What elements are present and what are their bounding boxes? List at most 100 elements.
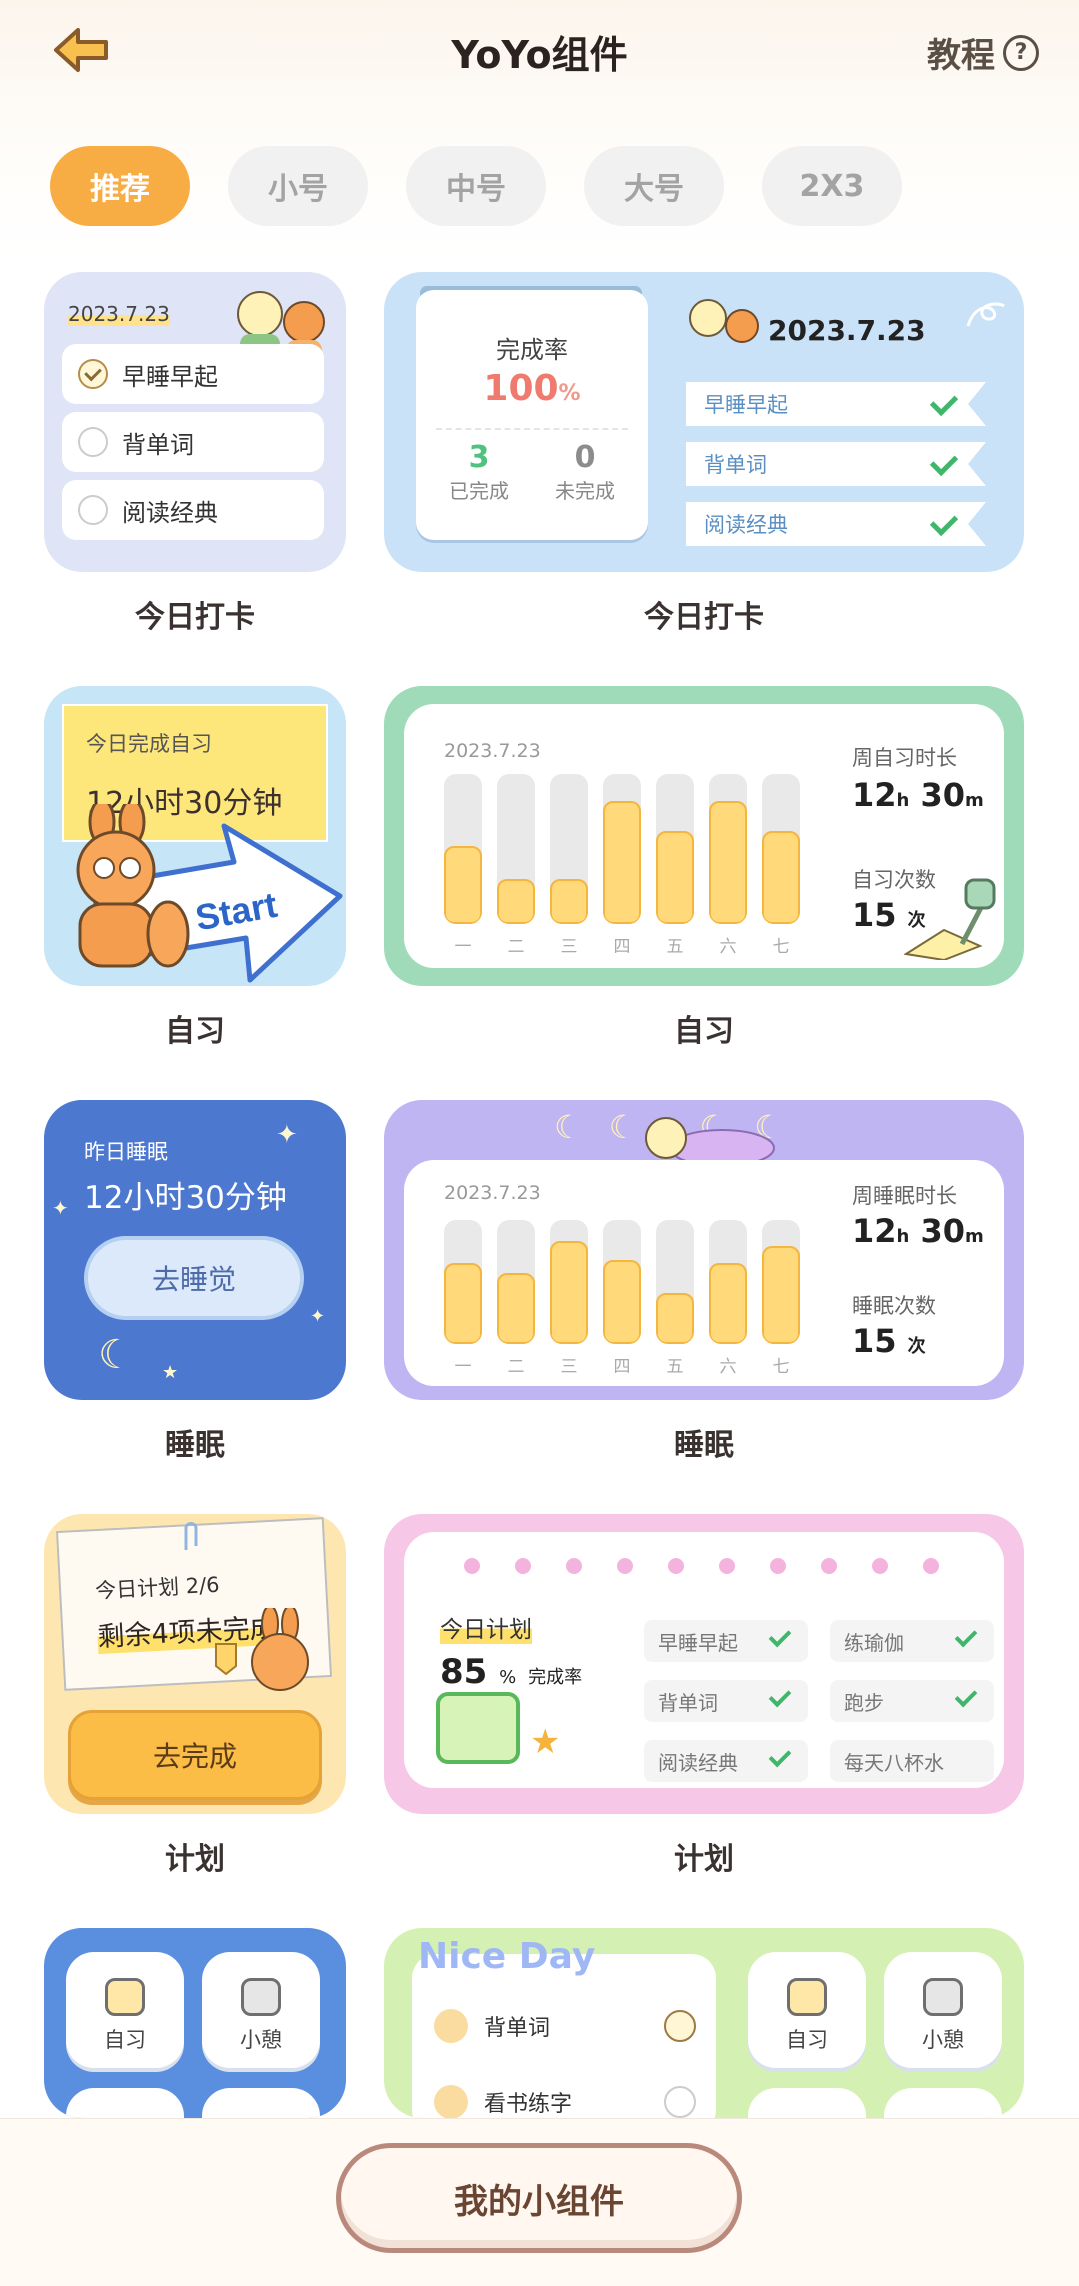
widget-caption: 今日打卡 [135, 600, 255, 635]
tile[interactable] [884, 2088, 1002, 2118]
page-title: YoYo组件 [451, 33, 628, 77]
bar [497, 774, 535, 924]
dot [719, 1558, 735, 1574]
sofa-icon [241, 1978, 281, 2016]
lamp-icon [787, 1978, 827, 2016]
checkin-widget-medium[interactable]: 完成率 100% 3 已完成 0 未完成 2023.7.23 早睡早起 背单词 阅读… [384, 272, 1024, 572]
undone-stat: 0 未完成 [555, 440, 615, 503]
widget-caption: 自习 [165, 1014, 225, 1049]
unchecked-icon [78, 427, 108, 457]
tab-2x3[interactable]: 2X3 [762, 146, 902, 226]
tab-medium[interactable]: 中号 [406, 146, 546, 226]
checkin-item[interactable]: 早睡早起 [62, 344, 324, 404]
go-sleep-button[interactable]: 去睡觉 [84, 1236, 304, 1320]
study-widget-medium[interactable]: 2023.7.23 一二三四五六七 周自习时长 12h 30m 自习次数 15 … [384, 686, 1024, 986]
dot [872, 1558, 888, 1574]
divider [436, 428, 628, 430]
check-icon [929, 447, 959, 477]
study-chart-panel: 2023.7.23 一二三四五六七 周自习时长 12h 30m 自习次数 15 … [404, 704, 1004, 968]
checkin-item: 背单词 [686, 442, 986, 486]
bar [603, 1220, 641, 1344]
checkin-widget-small[interactable]: 2023.7.23 早睡早起 背单词 阅读经典 [44, 272, 346, 572]
niceday-item[interactable]: 看书练字 [434, 2082, 704, 2118]
study-widget-small[interactable]: 今日完成自习 12小时30分钟 Start [44, 686, 346, 986]
day-label: 四 [613, 937, 631, 957]
study-tile[interactable]: 自习 [66, 1952, 184, 2068]
week-value: 12h 30m [852, 776, 984, 814]
bar [550, 774, 588, 924]
day-label: 一 [454, 937, 472, 957]
chart-date: 2023.7.23 [444, 740, 541, 762]
sleep-widget-small[interactable]: 昨日睡眠 12小时30分钟 去睡觉 ✦ ✦ ✦ ☾ ★ [44, 1100, 346, 1400]
check-icon [954, 1684, 978, 1708]
day-label: 六 [719, 937, 737, 957]
checkin-item: 早睡早起 [686, 382, 986, 426]
sleep-label: 昨日睡眠 [84, 1140, 168, 1164]
plan-item: 背单词 [644, 1680, 808, 1722]
tutorial-link[interactable]: 教程 ? [927, 28, 1039, 77]
rest-tile[interactable]: 小憩 [884, 1952, 1002, 2068]
week-label: 周自习时长 [852, 746, 957, 770]
avatar [434, 2009, 468, 2043]
bar-fill [444, 1263, 482, 1344]
sleep-bar-chart: 一二三四五六七 [444, 1220, 828, 1377]
tutorial-label: 教程 [927, 36, 995, 76]
size-tabs: 推荐 小号 中号 大号 2X3 [50, 146, 902, 226]
checkin-item[interactable]: 背单词 [62, 412, 324, 472]
niceday-item[interactable]: 背单词 [434, 2006, 704, 2046]
bar [656, 1220, 694, 1344]
tab-small[interactable]: 小号 [228, 146, 368, 226]
tile[interactable] [202, 2088, 320, 2118]
day-label: 二 [507, 1357, 525, 1377]
shortcut-widget-small[interactable]: 自习 小憩 [44, 1928, 346, 2118]
item-label: 早睡早起 [122, 362, 218, 391]
plan-widget-small[interactable]: 今日计划 2/6 剩余4项未完成 去完成 [44, 1514, 346, 1814]
star-icon: ✦ [52, 1196, 69, 1220]
go-complete-button[interactable]: 去完成 [68, 1710, 322, 1800]
checkin-item[interactable]: 阅读经典 [62, 480, 324, 540]
widget-date: 2023.7.23 [768, 314, 926, 347]
rate-value: 100% [483, 368, 581, 409]
widget-caption: 睡眠 [165, 1428, 225, 1463]
widget-caption: 今日打卡 [644, 600, 764, 635]
dot [770, 1558, 786, 1574]
plan-item: 早睡早起 [644, 1620, 808, 1662]
star-icon: ★ [530, 1722, 561, 1762]
checked-icon [78, 359, 108, 389]
bar-fill [444, 846, 482, 924]
star-icon: ★ [162, 1362, 179, 1383]
sleep-widget-medium[interactable]: ☾☾ ☾☾ 2023.7.23 一二三四五六七 周睡眠时长 12h 30m 睡眠… [384, 1100, 1024, 1400]
dot [566, 1558, 582, 1574]
bar-fill [762, 831, 800, 924]
week-label: 周睡眠时长 [852, 1184, 957, 1208]
tab-recommend[interactable]: 推荐 [50, 146, 190, 226]
rest-tile[interactable]: 小憩 [202, 1952, 320, 2068]
tile[interactable] [66, 2088, 184, 2118]
plan-item: 跑步 [830, 1680, 994, 1722]
star-icon: ✦ [276, 1120, 298, 1150]
bar-fill [762, 1246, 800, 1344]
study-tile[interactable]: 自习 [748, 1952, 866, 2068]
app: YoYo组件 教程 ? 推荐 小号 中号 大号 2X3 2023.7.23 早睡… [0, 0, 1079, 2286]
day-label: 四 [613, 1357, 631, 1377]
plan-item: 阅读经典 [644, 1740, 808, 1782]
chart-date: 2023.7.23 [444, 1182, 541, 1204]
plan-item: 每天八杯水 [830, 1740, 994, 1782]
widget-caption: 计划 [674, 1842, 734, 1877]
bar [709, 1220, 747, 1344]
avatar [434, 2085, 468, 2118]
bar [603, 774, 641, 924]
plan-widget-medium[interactable]: 今日计划 85 % 完成率 ★ 早睡早起 练瑜伽 背单词 跑步 阅读经典 每天八… [384, 1514, 1024, 1814]
study-label: 今日完成自习 [86, 732, 212, 756]
dot [923, 1558, 939, 1574]
tab-large[interactable]: 大号 [584, 146, 724, 226]
week-value: 12h 30m [852, 1212, 984, 1250]
header: YoYo组件 教程 ? [0, 0, 1079, 130]
my-widgets-button[interactable]: 我的小组件 [336, 2143, 742, 2253]
unchecked-icon [78, 495, 108, 525]
niceday-widget[interactable]: 背单词 看书练字 Nice Day 自习 小憩 [384, 1928, 1024, 2118]
binder-dots [464, 1558, 964, 1574]
niceday-title: Nice Day [418, 1936, 596, 1977]
tile[interactable] [748, 2088, 866, 2118]
done-stat: 3 已完成 [449, 440, 509, 503]
